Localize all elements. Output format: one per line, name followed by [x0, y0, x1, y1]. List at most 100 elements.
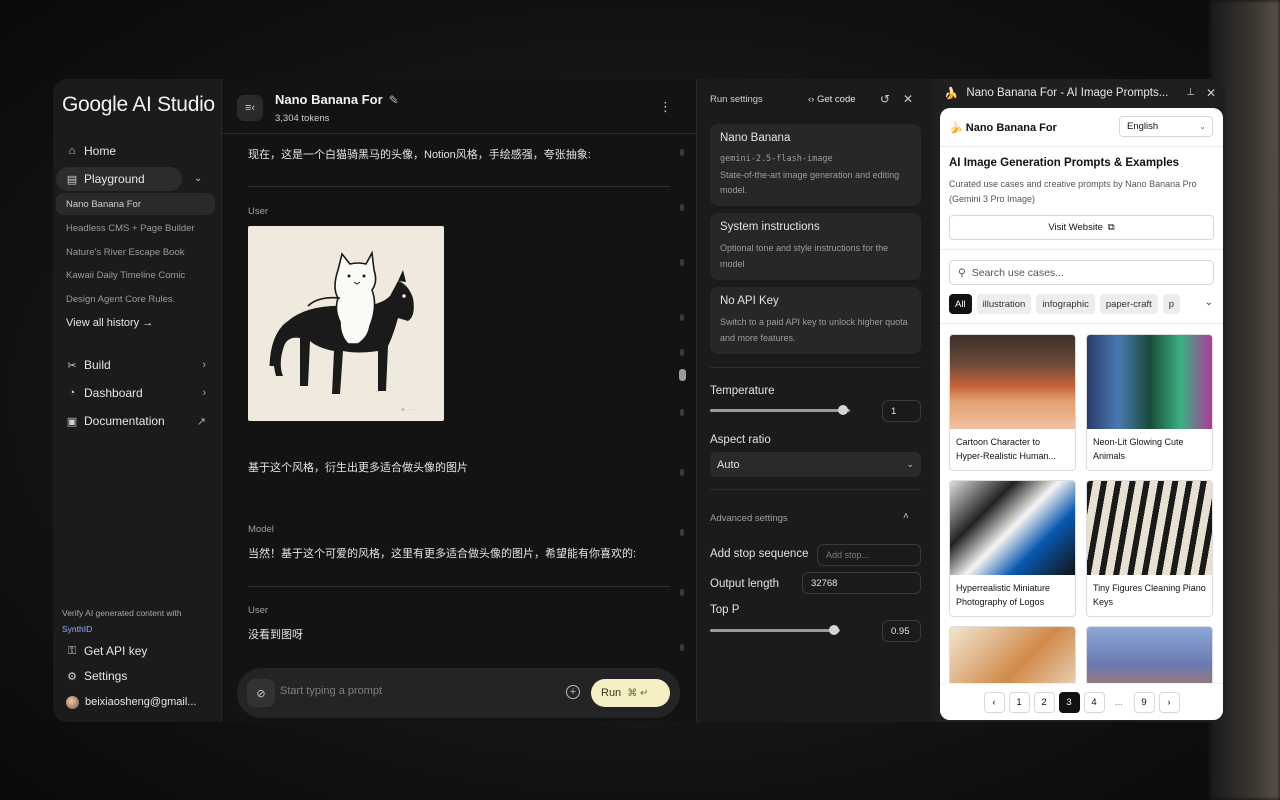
chevron-up-icon[interactable]: ˄ [903, 511, 909, 522]
run-button[interactable]: Run ⌘ ↵ [591, 679, 670, 707]
chevron-down-icon: ⌄ [906, 459, 914, 469]
tag-chip[interactable]: infographic [1036, 294, 1095, 314]
next-page-button[interactable]: › [1158, 691, 1180, 713]
run-settings-panel: Run settings ‹› Get code ↺ ✕ Nano Banana… [697, 79, 932, 722]
system-instructions-title: System instructions [720, 221, 820, 233]
chat-title: Nano Banana For [275, 92, 383, 107]
history-item[interactable]: Nature's River Escape Book [56, 241, 215, 263]
use-case-card[interactable]: Neon-Lit Glowing Cute Animals [1086, 334, 1213, 471]
temperature-input[interactable]: 1 [882, 400, 921, 422]
divider [710, 489, 921, 490]
card-image [1087, 335, 1212, 429]
add-media-icon[interactable]: + [566, 685, 580, 699]
nav-build-label: Build [84, 358, 111, 372]
page-button[interactable]: 4 [1083, 691, 1105, 713]
scroll-thumb[interactable] [679, 369, 686, 381]
close-icon[interactable]: ✕ [903, 92, 913, 106]
history-item[interactable]: Kawaii Daily Timeline Comic [56, 264, 215, 286]
history-item[interactable]: Design Agent Core Rules. [56, 288, 215, 310]
pin-icon[interactable]: ⊥ [1186, 87, 1195, 98]
divider [940, 323, 1223, 324]
build-icon: ✂ [67, 359, 77, 372]
nav-documentation-label: Documentation [84, 414, 165, 428]
top-p-input[interactable]: 0.95 [882, 620, 921, 642]
scroll-track[interactable] [679, 149, 685, 659]
message-role: User [248, 605, 269, 616]
run-label: Run [601, 687, 622, 699]
external-link-icon: ⧉ [1107, 222, 1115, 233]
chevron-down-icon: ⌄ [1199, 122, 1206, 131]
code-icon: ‹› [808, 94, 815, 105]
more-options-icon[interactable]: ⋮ [659, 99, 672, 115]
page-button[interactable]: 9 [1133, 691, 1155, 713]
api-key-card[interactable]: No API Key Switch to a paid API key to u… [710, 287, 921, 354]
temperature-slider-knob[interactable] [838, 405, 848, 415]
top-p-slider-knob[interactable] [828, 625, 839, 635]
use-case-card[interactable] [1086, 626, 1213, 686]
extension-titlebar: 🍌 Nano Banana For - AI Image Prompts... … [932, 79, 1225, 106]
reset-icon[interactable]: ↺ [880, 92, 890, 106]
nav-build[interactable]: ✂ Build › [56, 353, 216, 377]
advanced-settings-label[interactable]: Advanced settings [710, 513, 788, 524]
chevron-down-icon[interactable]: ⌄ [1205, 297, 1213, 308]
collapse-sidebar-button[interactable]: ≡‹ [237, 95, 263, 121]
close-icon[interactable]: ✕ [1206, 86, 1216, 100]
model-name: Nano Banana [720, 132, 791, 144]
divider [710, 367, 921, 368]
divider [940, 146, 1223, 147]
language-select[interactable]: English ⌄ [1119, 116, 1213, 137]
cat-riding-horse-image[interactable]: ✦ ·· · [248, 226, 444, 421]
documentation-icon: ▣ [66, 415, 78, 428]
page-button[interactable]: 1 [1008, 691, 1030, 713]
use-case-card[interactable]: Tiny Figures Cleaning Piano Keys [1086, 480, 1213, 617]
page-button-current[interactable]: 3 [1058, 691, 1080, 713]
avatar [66, 695, 79, 709]
tag-chip[interactable]: paper-craft [1099, 294, 1158, 314]
sidebar: Google AI Studio ⌂ Home ▤ Playground ⌄ N… [53, 79, 222, 722]
nav-documentation[interactable]: ▣ Documentation ↗ [56, 409, 216, 433]
page-ellipsis: ... [1115, 696, 1123, 708]
tag-chip[interactable]: illustration [976, 294, 1032, 314]
use-case-card[interactable]: Hyperrealistic Miniature Photography of … [949, 480, 1076, 617]
visibility-off-icon[interactable]: ⊘ [247, 679, 275, 707]
prompt-bar: ⊘ Start typing a prompt + Run ⌘ ↵ [237, 668, 680, 718]
banana-icon: 🍌 [944, 87, 959, 100]
app-logo: Google AI Studio [62, 93, 215, 116]
prompt-input[interactable]: Start typing a prompt [280, 685, 382, 697]
extension-panel: 🍌 Nano Banana For - AI Image Prompts... … [932, 79, 1225, 722]
use-case-card[interactable]: Cartoon Character to Hyper-Realistic Hum… [949, 334, 1076, 471]
visit-website-button[interactable]: Visit Website ⧉ [949, 215, 1214, 240]
api-key-title: No API Key [720, 295, 779, 307]
prev-page-button[interactable]: ‹ [983, 691, 1005, 713]
nav-get-api-key[interactable]: ⚿ Get API key [56, 639, 216, 663]
nav-playground[interactable]: ▤ Playground [56, 167, 182, 191]
aspect-ratio-select[interactable]: Auto ⌄ [710, 452, 921, 477]
tag-chip[interactable]: p [1162, 294, 1181, 314]
top-p-slider[interactable] [710, 629, 840, 632]
output-length-input[interactable]: 32768 [802, 572, 921, 594]
system-instructions-card[interactable]: System instructions Optional tone and st… [710, 213, 921, 280]
nav-settings[interactable]: ⚙ Settings [56, 664, 216, 688]
temperature-slider[interactable] [710, 409, 850, 412]
chevron-down-icon[interactable]: ⌄ [194, 173, 202, 184]
view-all-history-link[interactable]: View all history → [66, 317, 153, 329]
tag-chip[interactable]: All [949, 294, 972, 314]
system-instructions-desc: Optional tone and style instructions for… [720, 243, 889, 269]
extension-brand-text: Nano Banana For [965, 122, 1057, 134]
divider [248, 586, 670, 587]
nav-dashboard[interactable]: ◔ Dashboard › [56, 381, 216, 405]
nav-account[interactable]: beixiaosheng@gmail... [56, 690, 216, 714]
nav-home[interactable]: ⌂ Home [56, 139, 216, 163]
stop-sequence-input[interactable]: Add stop... [817, 544, 921, 566]
model-message-text: 当然！基于这个可爱的风格，这里有更多适合做头像的图片，希望能有你喜欢的: [248, 548, 637, 560]
model-selector[interactable]: Nano Banana gemini-2.5-flash-image State… [710, 124, 921, 206]
get-code-button[interactable]: ‹› Get code [808, 94, 856, 105]
history-item[interactable]: Headless CMS + Page Builder [56, 217, 215, 239]
synthid-link[interactable]: SynthID [62, 621, 212, 637]
history-item[interactable]: Nano Banana For [56, 193, 215, 215]
page-button[interactable]: 2 [1033, 691, 1055, 713]
card-caption: Neon-Lit Glowing Cute Animals [1093, 437, 1184, 461]
use-case-card[interactable] [949, 626, 1076, 686]
use-case-search[interactable]: ⚲ Search use cases... [949, 260, 1214, 285]
edit-pencil-icon[interactable]: ✎ [389, 93, 399, 107]
